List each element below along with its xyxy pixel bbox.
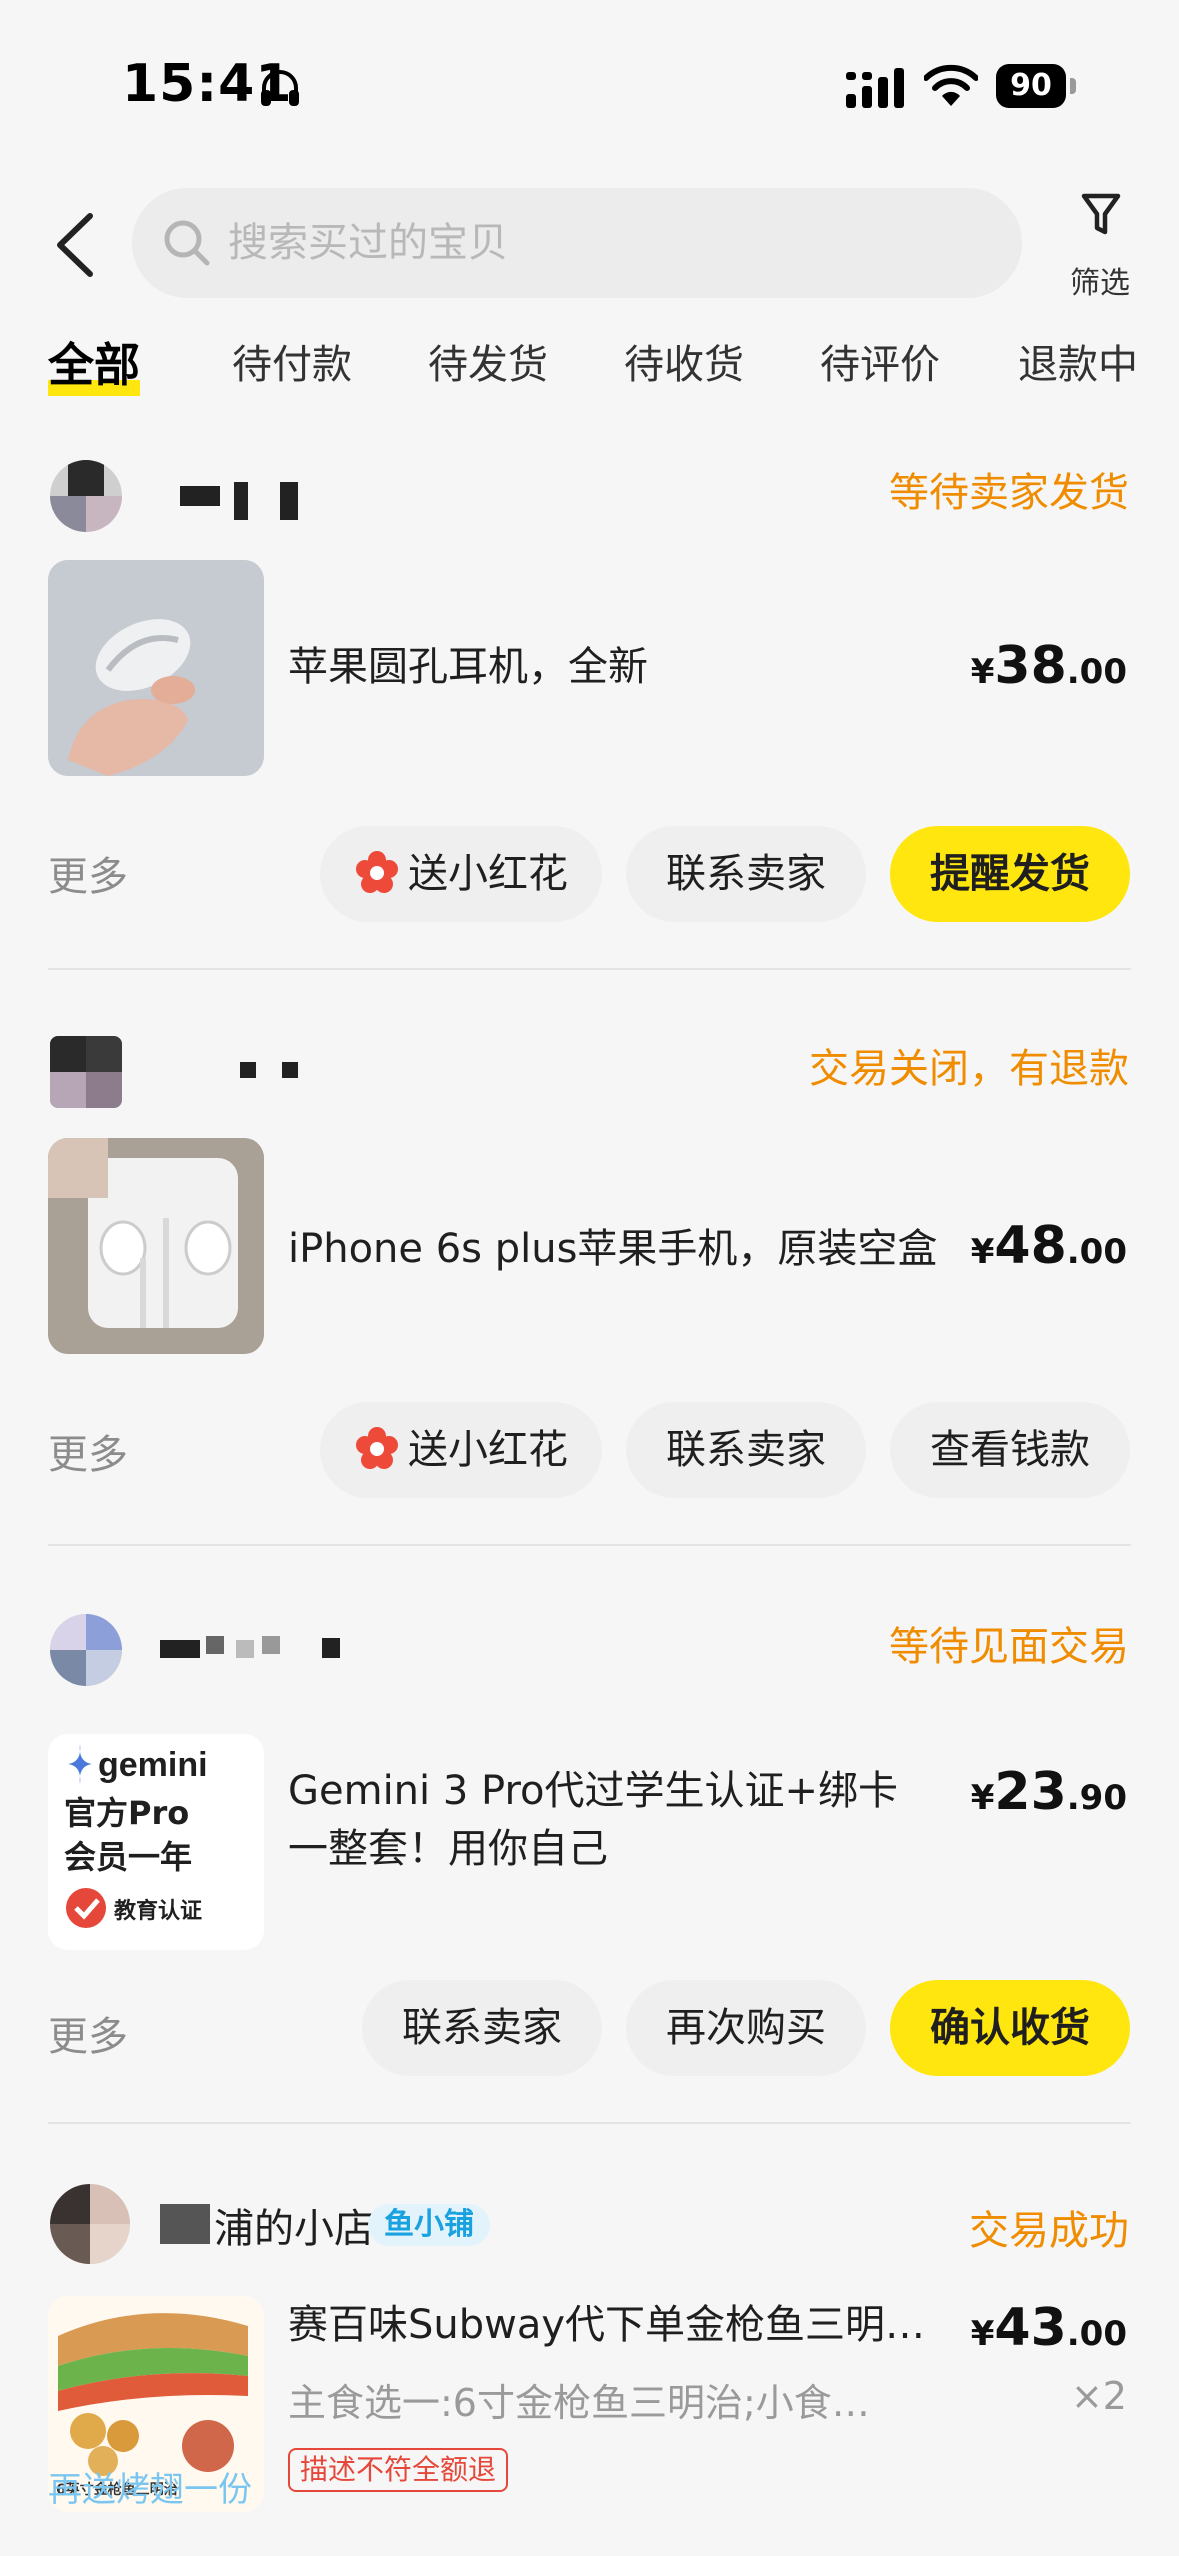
flower-icon (356, 1427, 398, 1469)
contact-seller-button[interactable]: 联系卖家 (362, 1980, 602, 2076)
order-status: 等待见面交易 (889, 1624, 1129, 1670)
more-link[interactable]: 更多 (48, 1422, 128, 1480)
search-placeholder: 搜索买过的宝贝 (228, 220, 508, 266)
more-link[interactable]: 更多 (48, 2004, 128, 2062)
tab-pending-receipt[interactable]: 待收货 (624, 330, 744, 400)
tab-pending-review[interactable]: 待评价 (820, 330, 940, 400)
order-status: 交易成功 (969, 2208, 1129, 2254)
gemini-badge: 教育认证 (114, 1898, 202, 1924)
order-tabs: 全部 待付款 待发货 待收货 待评价 退款中 (0, 330, 1179, 410)
tab-pending-payment[interactable]: 待付款 (232, 330, 352, 400)
tab-pending-shipment[interactable]: 待发货 (428, 330, 548, 400)
send-flower-button[interactable]: 送小红花 (320, 1402, 602, 1498)
filter-label: 筛选 (1070, 266, 1130, 301)
gemini-line2: 会员一年 (64, 1838, 192, 1876)
back-arrow-icon[interactable] (48, 210, 104, 280)
headphone-icon (261, 70, 299, 106)
product-price: ¥38.00 (970, 636, 1127, 696)
buy-again-button[interactable]: 再次购买 (626, 1980, 866, 2076)
flower-icon (356, 851, 398, 893)
battery-icon: 90 (996, 64, 1076, 108)
confirm-receipt-button[interactable]: 确认收货 (890, 1980, 1130, 2076)
gemini-promo-image: gemini 官方Pro 会员一年 教育认证 (48, 1734, 264, 1950)
quantity: ×2 (1070, 2374, 1127, 2418)
status-bar: 15:41 90 (0, 0, 1179, 170)
earphone-photo (48, 560, 264, 776)
product-title[interactable]: Gemini 3 Pro代过学生认证+绑卡 一整套！用你自己 (288, 1762, 898, 1878)
product-title[interactable]: iPhone 6s plus苹果手机，原装空盒 (288, 1220, 937, 1278)
product-sku: 主食选一:6寸金枪鱼三明治;小食… (288, 2381, 870, 2425)
earpods-box-photo (48, 1138, 264, 1354)
search-input[interactable]: 搜索买过的宝贝 (132, 188, 1022, 298)
shop-name-pixelated (160, 2204, 210, 2244)
tab-all-label: 全部 (48, 338, 140, 392)
product-price: ¥23.90 (970, 1762, 1127, 1822)
order-status: 等待卖家发货 (889, 470, 1129, 516)
divider (48, 2122, 1131, 2124)
product-thumbnail[interactable] (48, 1138, 264, 1354)
tab-refunding[interactable]: 退款中 (1018, 330, 1138, 400)
product-price: ¥43.00 (970, 2298, 1127, 2358)
battery-level: 90 (996, 64, 1066, 108)
shop-avatar[interactable] (50, 1614, 122, 1686)
product-thumbnail[interactable]: gemini 官方Pro 会员一年 教育认证 (48, 1734, 264, 1950)
filter-icon (1081, 193, 1121, 235)
shop-avatar[interactable] (50, 2184, 130, 2264)
wifi-icon (924, 64, 978, 106)
contact-seller-button[interactable]: 联系卖家 (626, 826, 866, 922)
remind-shipment-button[interactable]: 提醒发货 (890, 826, 1130, 922)
contact-seller-button[interactable]: 联系卖家 (626, 1402, 866, 1498)
send-flower-button[interactable]: 送小红花 (320, 826, 602, 922)
refund-guarantee-tag: 描述不符全额退 (288, 2448, 509, 2492)
gemini-line1: 官方Pro (64, 1794, 189, 1832)
filter-button[interactable]: 筛选 (1060, 192, 1140, 302)
shop-avatar[interactable] (50, 460, 122, 532)
cellular-signal-icon (846, 68, 904, 108)
more-link[interactable]: 更多 (48, 844, 128, 902)
divider (48, 968, 1131, 970)
view-payment-button[interactable]: 查看钱款 (890, 1402, 1130, 1498)
search-icon (164, 220, 210, 266)
product-title[interactable]: 赛百味Subway代下单金枪鱼三明… (288, 2296, 925, 2354)
product-price: ¥48.00 (970, 1216, 1127, 1276)
gemini-brand-text: gemini (98, 1746, 208, 1784)
shop-avatar[interactable] (50, 1036, 122, 1108)
tab-all[interactable]: 全部 (48, 330, 140, 400)
order-status: 交易关闭，有退款 (809, 1046, 1129, 1092)
shop-tag-badge: 鱼小铺 (368, 2204, 490, 2246)
shop-name[interactable]: 浦的小店 (214, 2196, 374, 2254)
divider (48, 1544, 1131, 1546)
product-title[interactable]: 苹果圆孔耳机，全新 (288, 638, 648, 696)
promo-text: 再送烤翅一份 (48, 2470, 252, 2510)
product-thumbnail[interactable] (48, 560, 264, 776)
